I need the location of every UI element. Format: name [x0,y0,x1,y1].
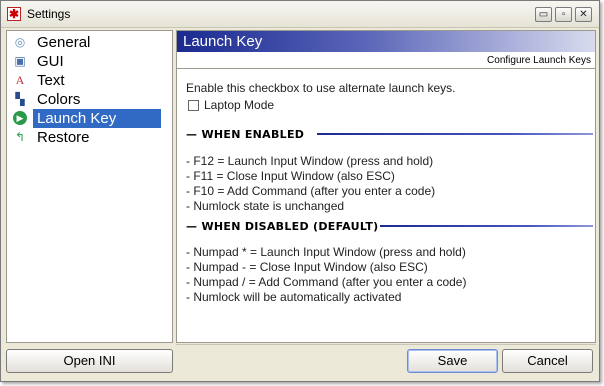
close-button[interactable]: ✕ [575,7,592,22]
section-dash: — [186,128,202,141]
cancel-button[interactable]: Cancel [502,349,593,373]
nav-item-label: General [37,34,91,51]
nav-item-label: Colors [37,91,81,108]
disabled-line: - Numpad - = Close Input Window (also ES… [186,260,428,274]
laptop-mode-checkbox[interactable] [188,100,199,111]
nav-item-launch-key[interactable]: ▶ Launch Key [11,109,161,128]
nav-item-restore[interactable]: ↰ Restore [11,128,161,147]
nav-item-colors[interactable]: ▚ Colors [11,90,161,109]
general-icon: ◎ [14,35,26,49]
panel-subtitle: Configure Launch Keys [487,55,591,66]
section-dash: — [186,220,202,233]
title-bar[interactable]: ✱ Settings ▭ ▫ ✕ [1,1,599,28]
minimize-button[interactable]: ▭ [535,7,552,22]
category-list: ◎ General ▣ GUI A Text ▚ Colors ▶ Launch… [6,30,173,343]
disabled-line: - Numpad / = Add Command (after you ente… [186,275,467,289]
footer-divider [176,344,596,345]
disabled-line: - Numpad * = Launch Input Window (press … [186,245,466,259]
app-icon: ✱ [7,7,21,21]
enabled-line: - F10 = Add Command (after you enter a c… [186,184,436,198]
disabled-heading: — WHEN DISABLED (DEFAULT) [186,220,379,233]
settings-window: ✱ Settings ▭ ▫ ✕ ◎ General ▣ GUI A Text … [0,0,600,382]
nav-item-general[interactable]: ◎ General [11,33,161,52]
launch-key-icon: ▶ [13,111,27,125]
open-ini-button[interactable]: Open INI [6,349,173,373]
gui-icon: ▣ [14,54,26,68]
disabled-heading-text: WHEN DISABLED (DEFAULT) [201,220,379,233]
enabled-line: - Numlock state is unchanged [186,199,345,213]
nav-item-gui[interactable]: ▣ GUI [11,52,161,71]
window-title: Settings [27,7,71,21]
nav-item-label: Launch Key [33,109,161,128]
maximize-button[interactable]: ▫ [555,7,572,22]
panel-title: Launch Key [183,33,263,50]
disabled-line: - Numlock will be automatically activate… [186,290,402,304]
intro-text: Enable this checkbox to use alternate la… [186,81,456,95]
save-button[interactable]: Save [407,349,498,373]
enabled-line: - F11 = Close Input Window (also ESC) [186,169,395,183]
enabled-line: - F12 = Launch Input Window (press and h… [186,154,434,168]
enabled-heading-line [317,133,593,135]
enabled-heading: — WHEN ENABLED [186,128,304,141]
enabled-heading-text: WHEN ENABLED [201,128,305,141]
nav-item-text[interactable]: A Text [11,71,161,90]
nav-item-label: GUI [37,53,64,70]
nav-item-label: Restore [37,129,90,146]
text-icon: A [15,73,25,87]
subtitle-divider [177,68,595,69]
panel-header: Launch Key [177,31,595,52]
laptop-mode-label[interactable]: Laptop Mode [204,98,274,112]
nav-item-label: Text [37,72,65,89]
restore-icon: ↰ [14,130,26,144]
settings-panel: Launch Key Configure Launch Keys Enable … [176,30,596,343]
colors-icon: ▚ [15,92,25,106]
disabled-heading-line [380,225,593,227]
